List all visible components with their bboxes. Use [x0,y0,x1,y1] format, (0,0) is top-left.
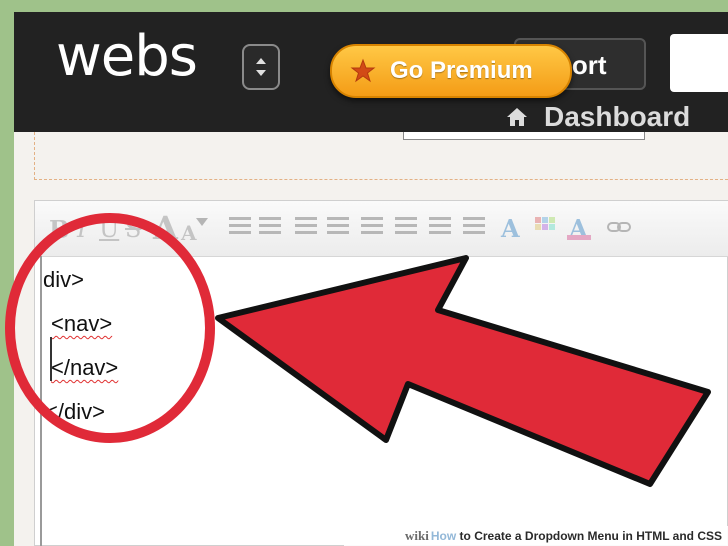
wikihow-footer: wiki How to Create a Dropdown Menu in HT… [344,526,728,546]
dashboard-label: Dashboard [544,101,691,132]
align-left-icon[interactable] [361,217,383,241]
header-search-field[interactable] [670,34,728,92]
go-premium-button[interactable]: Go Premium [330,44,572,98]
site-switcher-button[interactable] [242,44,280,90]
font-size-increase-button[interactable]: A [153,209,178,247]
svg-text:A: A [500,214,520,243]
underline-button[interactable]: U [99,215,119,245]
editor-left-border [40,256,42,546]
italic-button[interactable]: I [77,215,86,245]
dashboard-link[interactable]: Dashboard [506,101,691,132]
color-grid-icon[interactable] [533,215,557,239]
editor-toolbar: B I U S A A A A [35,201,728,257]
code-text-area[interactable]: div> <nav> </nav> </div> [35,257,728,546]
indent-icon[interactable] [295,217,317,241]
justify-icon[interactable] [463,217,485,241]
align-right-icon[interactable] [429,217,451,241]
chevron-up-down-icon [256,58,266,76]
webs-logo[interactable]: webs [56,24,198,89]
link-icon[interactable] [607,219,631,235]
screenshot-frame: webs port Go Premium Dashboard B I U S A… [0,0,728,546]
bullet-list-icon[interactable] [229,217,251,241]
code-line-nav-open: <nav> [51,311,113,336]
strikethrough-button[interactable]: S [125,215,141,245]
background-color-icon[interactable]: A [565,213,595,243]
home-icon [507,108,527,126]
text-color-icon[interactable]: A [497,213,527,243]
code-line-nav-close: </nav> [51,355,119,380]
align-center-icon[interactable] [395,217,417,241]
footer-wiki: wiki [405,528,429,543]
outdent-icon[interactable] [327,217,349,241]
code-line-div-close: </div> [45,399,105,424]
html-editor: B I U S A A A A div> <nav> </nav> </div> [34,200,728,546]
go-premium-label: Go Premium [390,57,533,84]
star-icon [350,58,376,83]
numbered-list-icon[interactable] [259,217,281,241]
bold-button[interactable]: B [49,215,69,245]
footer-title: to Create a Dropdown Menu in HTML and CS… [459,529,722,543]
code-line-div-open: div> [43,267,84,292]
footer-how: How [430,529,457,543]
dropdown-arrow-icon[interactable] [195,215,209,229]
